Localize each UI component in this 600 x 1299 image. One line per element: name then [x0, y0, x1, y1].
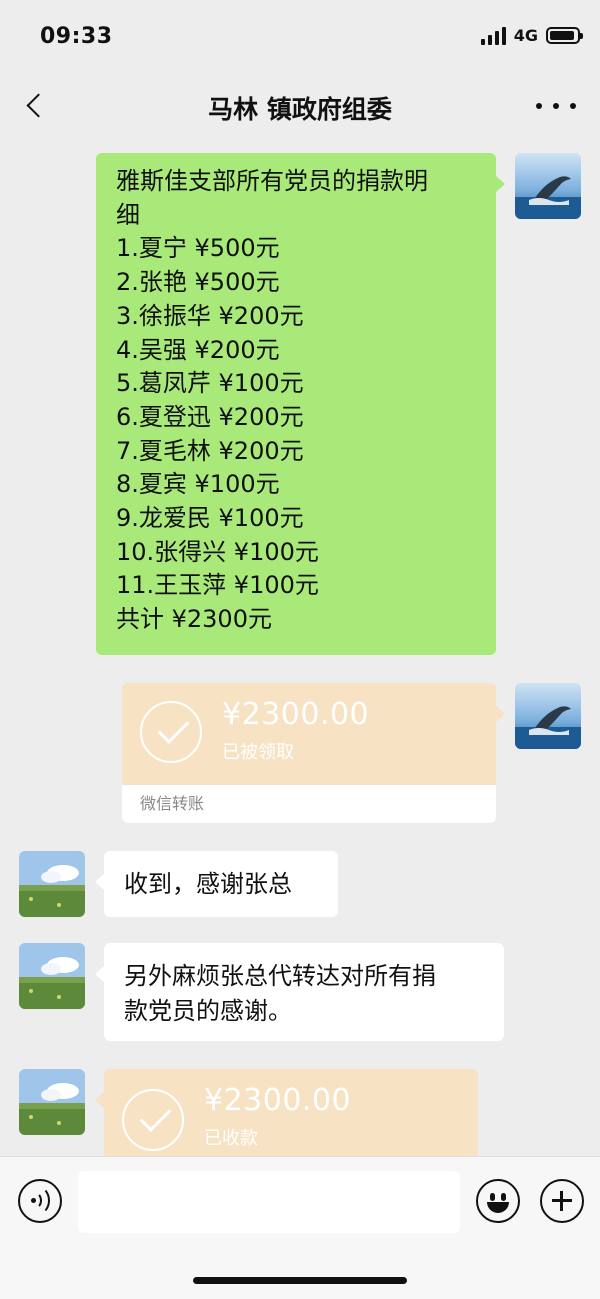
check-circle-icon: [140, 701, 202, 763]
transfer-status: 已收款: [204, 1128, 258, 1149]
nav-bar: 马林 镇政府组委: [0, 72, 600, 140]
status-indicators: 4G: [480, 26, 583, 45]
more-dots-icon: [536, 103, 542, 109]
home-indicator[interactable]: [193, 1277, 407, 1284]
plus-button[interactable]: [540, 1179, 584, 1223]
message-line: 4.吴强 ¥200元: [116, 335, 280, 364]
message-line: 8.夏宾 ¥100元: [116, 470, 280, 499]
transfer-card-sent[interactable]: ¥2300.00 已被领取 微信转账: [122, 683, 505, 823]
signal-icon: [480, 26, 506, 45]
message-line: 共计 ¥2300元: [116, 605, 272, 634]
message-line: 细: [116, 200, 140, 229]
message-line: 5.葛凤芹 ¥100元: [116, 369, 304, 398]
message-text: 收到，感谢张总: [124, 870, 292, 898]
input-bar: [0, 1156, 600, 1299]
emoji-mouth: [487, 1202, 509, 1213]
battery-icon: [546, 27, 583, 44]
message-line: 9.龙爱民 ¥100元: [116, 504, 304, 533]
chat-title: 马林 镇政府组委: [208, 95, 392, 124]
transfer-amount: ¥2300.00: [222, 697, 370, 732]
message-line: 1.夏宁 ¥500元: [116, 234, 280, 263]
self-avatar[interactable]: [515, 683, 581, 749]
message-input[interactable]: [78, 1171, 460, 1233]
chat-screen: 09:33 4G 马林 镇政府组委 雅斯佳支部所有党员的捐款明 细 1.夏宁 ¥…: [0, 0, 600, 1299]
transfer-status: 已被领取: [222, 742, 294, 763]
message-bubble-reply[interactable]: 收到，感谢张总: [95, 851, 338, 917]
message-line: 雅斯佳支部所有党员的捐款明: [116, 167, 428, 195]
emoji-eye: [501, 1193, 506, 1201]
status-time: 09:33: [40, 24, 113, 49]
message-line: 另外麻烦张总代转达对所有捐: [124, 962, 436, 990]
contact-avatar[interactable]: [19, 1069, 85, 1135]
contact-avatar[interactable]: [19, 943, 85, 1009]
message-line: 6.夏登迅 ¥200元: [116, 402, 304, 431]
voice-wave: [26, 1186, 50, 1215]
message-line: 3.徐振华 ¥200元: [116, 301, 304, 330]
more-button[interactable]: [536, 94, 576, 118]
message-bubble-donation-list[interactable]: 雅斯佳支部所有党员的捐款明 细 1.夏宁 ¥500元 2.张艳 ¥500元 3.…: [96, 153, 505, 655]
message-bubble-thanks[interactable]: 另外麻烦张总代转达对所有捐 款党员的感谢。: [95, 943, 504, 1041]
transfer-amount: ¥2300.00: [204, 1083, 352, 1118]
network-type: 4G: [513, 26, 538, 45]
message-line: 11.王玉萍 ¥100元: [116, 571, 319, 600]
message-line: 7.夏毛林 ¥200元: [116, 436, 304, 465]
emoji-icon: [490, 1193, 495, 1201]
message-line: 10.张得兴 ¥100元: [116, 537, 319, 566]
voice-button[interactable]: [18, 1179, 62, 1223]
transfer-footer: 微信转账: [122, 785, 496, 823]
emoji-button[interactable]: [476, 1179, 520, 1223]
message-line: 款党员的感谢。: [124, 997, 292, 1025]
message-line: 2.张艳 ¥500元: [116, 268, 280, 297]
contact-avatar[interactable]: [19, 851, 85, 917]
check-circle-icon: [122, 1089, 184, 1151]
self-avatar[interactable]: [515, 153, 581, 219]
status-bar: 09:33 4G: [0, 0, 600, 72]
